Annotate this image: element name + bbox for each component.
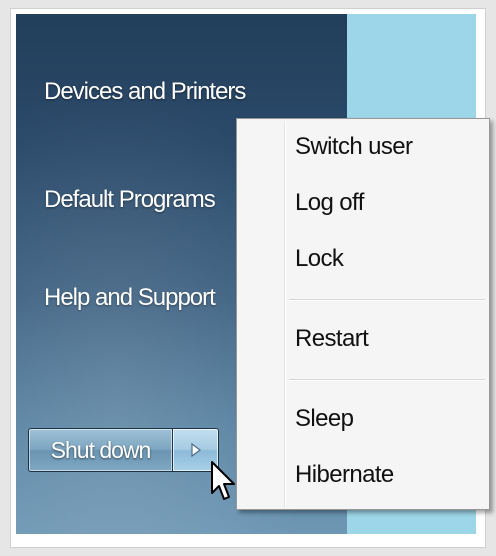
menu-separator xyxy=(289,299,485,301)
menu-item-lock[interactable]: Lock xyxy=(295,245,344,273)
devices-and-printers-link[interactable]: Devices and Printers xyxy=(44,78,246,106)
menu-item-switch-user[interactable]: Switch user xyxy=(295,133,413,161)
power-options-menu: Switch user Log off Lock Restart Sleep H… xyxy=(236,118,490,510)
menu-separator xyxy=(289,379,485,381)
shut-down-button[interactable]: Shut down xyxy=(28,428,172,472)
triangle-right-icon xyxy=(190,442,202,458)
menu-item-hibernate[interactable]: Hibernate xyxy=(295,461,394,489)
shutdown-button-group: Shut down xyxy=(28,428,219,472)
menu-item-restart[interactable]: Restart xyxy=(295,325,369,353)
help-and-support-link[interactable]: Help and Support xyxy=(44,284,216,312)
menu-item-log-off[interactable]: Log off xyxy=(295,189,364,217)
menu-item-sleep[interactable]: Sleep xyxy=(295,405,354,433)
default-programs-link[interactable]: Default Programs xyxy=(44,186,216,214)
menu-gutter xyxy=(284,121,286,507)
mouse-pointer-icon xyxy=(210,460,240,509)
